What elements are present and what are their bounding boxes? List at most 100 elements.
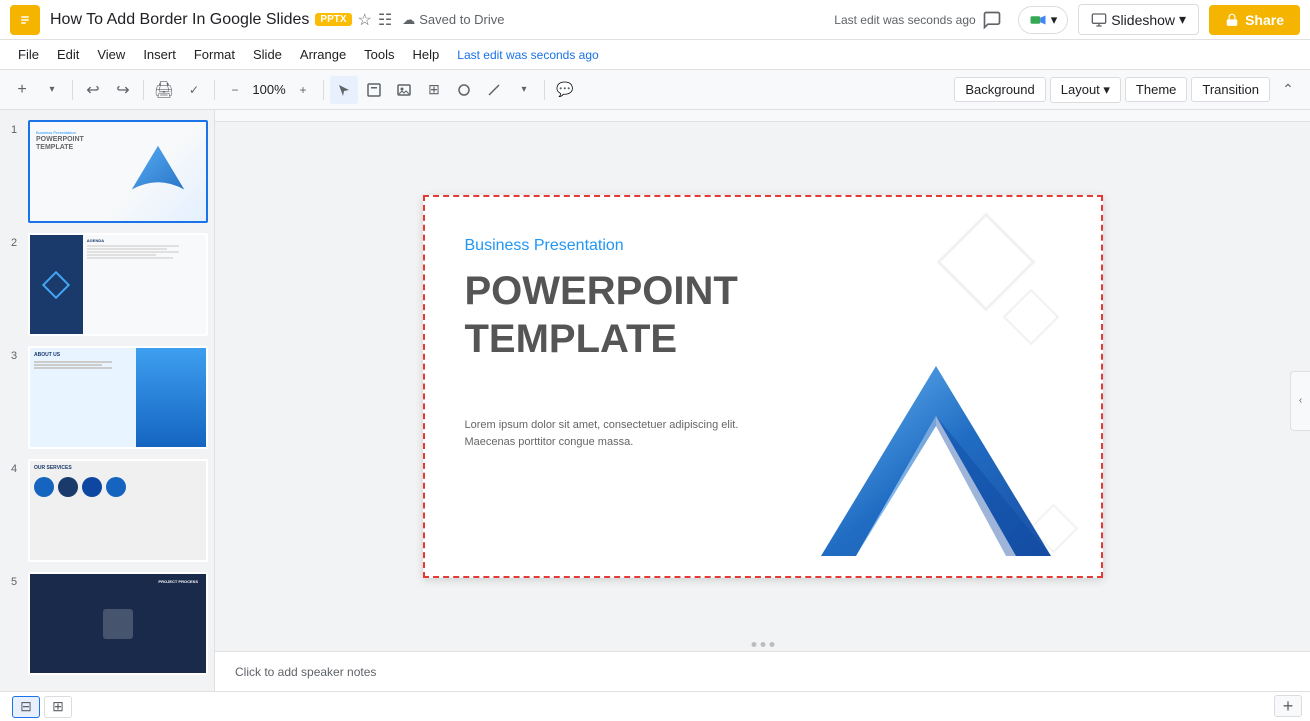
- menu-view[interactable]: View: [89, 44, 133, 65]
- folder-icon[interactable]: ☷: [378, 10, 392, 30]
- slide-container: Business Presentation POWERPOINT TEMPLAT…: [215, 122, 1310, 651]
- horizontal-ruler: [215, 110, 1310, 122]
- text-select-tool[interactable]: [360, 76, 388, 104]
- main-content: 1 Business Presentation POWERPOINTTEMPLA…: [0, 110, 1310, 691]
- slide-item-1[interactable]: 1 Business Presentation POWERPOINTTEMPLA…: [4, 118, 210, 225]
- toolbar-right: Background Layout ▾ Theme Transition ⌃: [954, 76, 1302, 104]
- slide-subtitle: Business Presentation: [465, 237, 624, 255]
- slide-item-4[interactable]: 4 OUR SERVICES: [4, 457, 210, 564]
- slide-panel: 1 Business Presentation POWERPOINTTEMPLA…: [0, 110, 215, 691]
- add-slide-floating-button[interactable]: +: [1274, 695, 1302, 717]
- shapes-tool[interactable]: [450, 76, 478, 104]
- separator: [72, 80, 73, 100]
- theme-button[interactable]: Theme: [1125, 77, 1187, 102]
- slide-thumb-3[interactable]: ABOUT US: [28, 346, 208, 449]
- undo-button[interactable]: ↩: [79, 76, 107, 104]
- saved-text: Saved to Drive: [419, 12, 504, 27]
- grid-view-button[interactable]: ⊟: [12, 696, 40, 718]
- right-panel-collapse-button[interactable]: ‹: [1290, 371, 1310, 431]
- edit-time: Last edit was seconds ago: [834, 13, 975, 27]
- menu-format[interactable]: Format: [186, 44, 243, 65]
- slide-thumb-5[interactable]: PROJECT PROCESS: [28, 572, 208, 675]
- doc-title[interactable]: How To Add Border In Google Slides: [50, 11, 309, 29]
- cursor-tool[interactable]: [330, 76, 358, 104]
- image-tool-2[interactable]: ⊞: [420, 76, 448, 104]
- menu-arrange[interactable]: Arrange: [292, 44, 354, 65]
- title-bar-right: ▾ Slideshow ▾ Share: [976, 4, 1300, 36]
- slide-title-main: POWERPOINT TEMPLATE: [465, 267, 738, 363]
- toolbar: + ▾ ↩ ↪ 🖨 ✓ − 100% + ⊞ ▾ 💬 Background La…: [0, 70, 1310, 110]
- separator: [143, 80, 144, 100]
- slide-body-text: Lorem ipsum dolor sit amet, consectetuer…: [465, 417, 745, 450]
- meet-button[interactable]: ▾: [1018, 6, 1069, 34]
- separator: [323, 80, 324, 100]
- line-tool[interactable]: [480, 76, 508, 104]
- title-line-2: TEMPLATE: [465, 317, 678, 361]
- image-tool[interactable]: [390, 76, 418, 104]
- dot-1: [751, 642, 756, 647]
- blue-logo: [791, 346, 1081, 566]
- doc-title-area: How To Add Border In Google Slides PPTX …: [50, 10, 826, 30]
- slide-item-2[interactable]: 2 AGENDA: [4, 231, 210, 338]
- app-logo: [10, 5, 40, 35]
- dot-3: [769, 642, 774, 647]
- zoom-controls: − 100% +: [221, 76, 317, 104]
- menu-edit[interactable]: Edit: [49, 44, 87, 65]
- share-button[interactable]: Share: [1209, 5, 1300, 35]
- slideshow-chevron: ▾: [1179, 11, 1186, 28]
- slideshow-button[interactable]: Slideshow ▾: [1078, 4, 1199, 35]
- menu-bar: File Edit View Insert Format Slide Arran…: [0, 40, 1310, 70]
- saved-info: ☁ Saved to Drive: [402, 12, 504, 28]
- last-edit-link[interactable]: Last edit was seconds ago: [457, 48, 598, 62]
- decorative-diamond-1: [936, 213, 1035, 312]
- slide-thumb-4[interactable]: OUR SERVICES: [28, 459, 208, 562]
- menu-slide[interactable]: Slide: [245, 44, 290, 65]
- slide-number-3: 3: [6, 350, 22, 362]
- star-icon[interactable]: ☆: [358, 10, 372, 30]
- filmstrip-view-button[interactable]: ⊞: [44, 696, 72, 718]
- layout-button[interactable]: Layout ▾: [1050, 77, 1121, 103]
- cloud-icon: ☁: [402, 12, 415, 28]
- separator: [214, 80, 215, 100]
- dot-2: [760, 642, 765, 647]
- notes-placeholder: Click to add speaker notes: [235, 665, 376, 679]
- add-chevron[interactable]: ▾: [38, 76, 66, 104]
- line-chevron[interactable]: ▾: [510, 76, 538, 104]
- notes-area[interactable]: Click to add speaker notes: [215, 651, 1310, 691]
- separator: [544, 80, 545, 100]
- menu-tools[interactable]: Tools: [356, 44, 402, 65]
- slide-number-1: 1: [6, 124, 22, 136]
- slide-number-2: 2: [6, 237, 22, 249]
- decorative-diamond-2: [1002, 289, 1059, 346]
- pptx-badge: PPTX: [315, 13, 351, 26]
- slide-thumb-1[interactable]: Business Presentation POWERPOINTTEMPLATE: [28, 120, 208, 223]
- spellcheck-button[interactable]: ✓: [180, 76, 208, 104]
- slide-item-5[interactable]: 5 PROJECT PROCESS: [4, 570, 210, 677]
- zoom-in[interactable]: +: [289, 76, 317, 104]
- background-button[interactable]: Background: [954, 77, 1045, 102]
- page-dots: [751, 642, 774, 647]
- menu-file[interactable]: File: [10, 44, 47, 65]
- slide-item-3[interactable]: 3 ABOUT US: [4, 344, 210, 451]
- redo-button[interactable]: ↪: [109, 76, 137, 104]
- share-label: Share: [1245, 12, 1284, 28]
- slide-thumb-2[interactable]: AGENDA: [28, 233, 208, 336]
- slideshow-label: Slideshow: [1111, 12, 1175, 28]
- title-bar: How To Add Border In Google Slides PPTX …: [0, 0, 1310, 40]
- collapse-toolbar-button[interactable]: ⌃: [1274, 76, 1302, 104]
- canvas-area: Business Presentation POWERPOINT TEMPLAT…: [215, 110, 1310, 691]
- transition-button[interactable]: Transition: [1191, 77, 1270, 102]
- comments-button[interactable]: [976, 4, 1008, 36]
- comment-tool[interactable]: 💬: [551, 76, 579, 104]
- title-line-1: POWERPOINT: [465, 269, 738, 313]
- slide-number-4: 4: [6, 463, 22, 475]
- menu-help[interactable]: Help: [405, 44, 448, 65]
- menu-insert[interactable]: Insert: [135, 44, 184, 65]
- add-button[interactable]: +: [8, 76, 36, 104]
- slide-number-5: 5: [6, 576, 22, 588]
- bottom-bar: ⊟ ⊞ +: [0, 691, 1310, 721]
- print-button[interactable]: 🖨: [150, 76, 178, 104]
- zoom-level[interactable]: 100%: [251, 82, 287, 97]
- zoom-out[interactable]: −: [221, 76, 249, 104]
- slide-canvas[interactable]: Business Presentation POWERPOINT TEMPLAT…: [423, 195, 1103, 578]
